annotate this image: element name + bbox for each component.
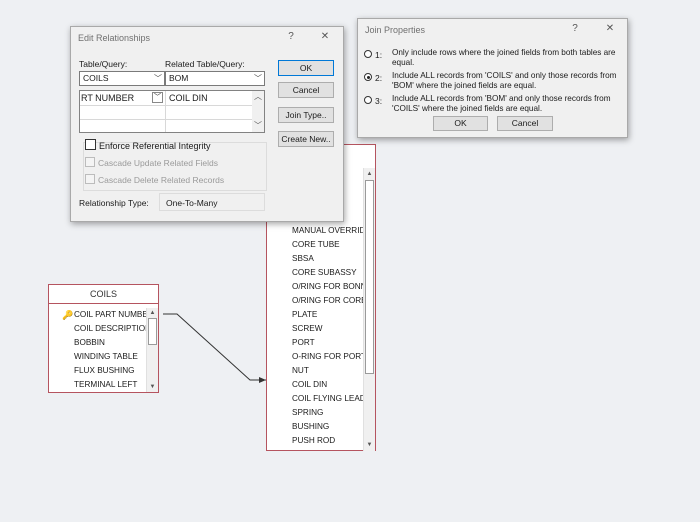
create-new-button[interactable]: Create New.. bbox=[278, 131, 334, 147]
table-field[interactable]: SCREW bbox=[292, 324, 363, 333]
table-field[interactable]: BOBBIN bbox=[74, 338, 146, 347]
cancel-button[interactable]: Cancel bbox=[278, 82, 334, 98]
primary-field-value: RT NUMBER bbox=[81, 93, 135, 103]
related-table-select[interactable]: BOM ﹀ bbox=[165, 71, 265, 86]
coils-table[interactable]: COILS COIL PART NUMBER COIL DESCRIPTION BO… bbox=[48, 284, 159, 393]
radio-number: 1: bbox=[375, 50, 383, 60]
cascade-delete-label: Cascade Delete Related Records bbox=[98, 175, 225, 185]
close-icon[interactable]: ✕ bbox=[318, 31, 332, 43]
relationship-type-value: One-To-Many bbox=[159, 193, 265, 211]
table-field[interactable]: SPRING bbox=[292, 408, 363, 417]
radio-label: Include ALL records from 'COILS' and onl… bbox=[392, 71, 617, 90]
table-field[interactable]: MANUAL OVERRIDE bbox=[292, 226, 363, 235]
close-icon[interactable]: ✕ bbox=[603, 23, 617, 35]
radio-option-3[interactable] bbox=[364, 96, 372, 104]
related-table-value: BOM bbox=[169, 73, 189, 83]
table-field[interactable]: SBSA bbox=[292, 254, 363, 263]
coils-scrollbar[interactable]: ▲ ▼ bbox=[146, 308, 158, 392]
grid-scrollbar[interactable]: ︿ ﹀ bbox=[252, 91, 264, 132]
edit-relationships-dialog: Edit Relationships ? ✕ Table/Query: Rela… bbox=[70, 26, 344, 222]
table-field[interactable]: COIL PART NUMBER bbox=[74, 310, 146, 319]
table-field[interactable]: PLATE bbox=[292, 310, 363, 319]
table-field[interactable]: TERMINAL LEFT bbox=[74, 380, 146, 389]
chevron-down-icon[interactable]: ﹀ bbox=[252, 121, 264, 131]
radio-option-1[interactable] bbox=[364, 50, 372, 58]
table-field[interactable]: PORT bbox=[292, 338, 363, 347]
field-mapping-grid[interactable]: RT NUMBER ﹀ COIL DIN ︿ ﹀ bbox=[79, 90, 265, 133]
primary-field-select[interactable]: RT NUMBER ﹀ bbox=[80, 91, 165, 105]
scroll-thumb[interactable] bbox=[365, 180, 374, 374]
radio-option-2[interactable] bbox=[364, 73, 372, 81]
radio-label: Only include rows where the joined field… bbox=[392, 48, 616, 67]
table-field[interactable]: COIL DIN bbox=[292, 380, 363, 389]
scroll-thumb[interactable] bbox=[148, 318, 157, 345]
checkbox-icon[interactable] bbox=[85, 157, 95, 167]
table-field[interactable]: COIL DESCRIPTION bbox=[74, 324, 146, 333]
enforce-integrity-label: Enforce Referential Integrity bbox=[99, 141, 211, 151]
table-field[interactable]: PUSH ROD bbox=[292, 436, 363, 445]
table-field[interactable]: O/RING FOR BONNET bbox=[292, 282, 363, 291]
cascade-update-checkbox[interactable]: Cascade Update Related Fields bbox=[85, 157, 218, 168]
scroll-up-icon[interactable]: ▲ bbox=[364, 169, 375, 179]
related-field-value[interactable]: COIL DIN bbox=[169, 93, 208, 103]
table-field[interactable]: NUT bbox=[292, 366, 363, 375]
chevron-down-icon: ﹀ bbox=[254, 74, 262, 83]
chevron-down-icon[interactable]: ﹀ bbox=[152, 92, 163, 103]
table-field[interactable]: FLUX BUSHING bbox=[74, 366, 146, 375]
related-table-label: Related Table/Query: bbox=[165, 59, 245, 69]
table-field[interactable]: O-RING FOR PORT bbox=[292, 352, 363, 361]
chevron-up-icon[interactable]: ︿ bbox=[252, 92, 264, 102]
help-icon[interactable]: ? bbox=[284, 31, 298, 43]
cancel-button[interactable]: Cancel bbox=[497, 116, 553, 131]
table-field[interactable]: BUSHING bbox=[292, 422, 363, 431]
checkbox-icon[interactable] bbox=[85, 174, 95, 184]
radio-label: Include ALL records from 'BOM' and only … bbox=[392, 94, 611, 113]
checkbox-icon[interactable] bbox=[85, 139, 96, 150]
join-properties-dialog: Join Properties ? ✕ 1: Only include rows … bbox=[357, 18, 628, 138]
table-query-value: COILS bbox=[83, 73, 109, 83]
cascade-update-label: Cascade Update Related Fields bbox=[98, 158, 219, 168]
ok-button[interactable]: OK bbox=[433, 116, 488, 131]
relationship-type-label: Relationship Type: bbox=[79, 198, 149, 208]
enforce-integrity-checkbox[interactable]: Enforce Referential Integrity bbox=[85, 139, 211, 151]
key-icon: 🔑 bbox=[62, 310, 74, 320]
radio-number: 2: bbox=[375, 73, 383, 83]
coils-field-list: COIL PART NUMBER COIL DESCRIPTION BOBBIN WI… bbox=[49, 304, 146, 392]
help-icon[interactable]: ? bbox=[568, 23, 582, 35]
bom-scrollbar[interactable]: ▲ ▼ bbox=[363, 168, 375, 451]
table-field[interactable]: O/RING FOR CORE bbox=[292, 296, 363, 305]
scroll-up-icon[interactable]: ▲ bbox=[147, 308, 158, 318]
table-field[interactable]: CORE SUBASSY bbox=[292, 268, 363, 277]
ok-button[interactable]: OK bbox=[278, 60, 334, 76]
table-field[interactable]: COIL FLYING LEADS bbox=[292, 394, 363, 403]
dialog-title: Join Properties bbox=[365, 25, 426, 35]
coils-table-title: COILS bbox=[49, 285, 158, 304]
table-query-label: Table/Query: bbox=[79, 59, 128, 69]
scroll-down-icon[interactable]: ▼ bbox=[364, 440, 375, 450]
radio-number: 3: bbox=[375, 96, 383, 106]
table-field[interactable]: WINDING TABLE bbox=[74, 352, 146, 361]
dialog-title: Edit Relationships bbox=[78, 33, 151, 43]
chevron-down-icon: ﹀ bbox=[154, 74, 162, 83]
cascade-delete-checkbox[interactable]: Cascade Delete Related Records bbox=[85, 174, 224, 185]
scroll-down-icon[interactable]: ▼ bbox=[147, 382, 158, 392]
table-query-select[interactable]: COILS ﹀ bbox=[79, 71, 165, 86]
join-type-button[interactable]: Join Type.. bbox=[278, 107, 334, 123]
table-field[interactable]: CORE TUBE bbox=[292, 240, 363, 249]
